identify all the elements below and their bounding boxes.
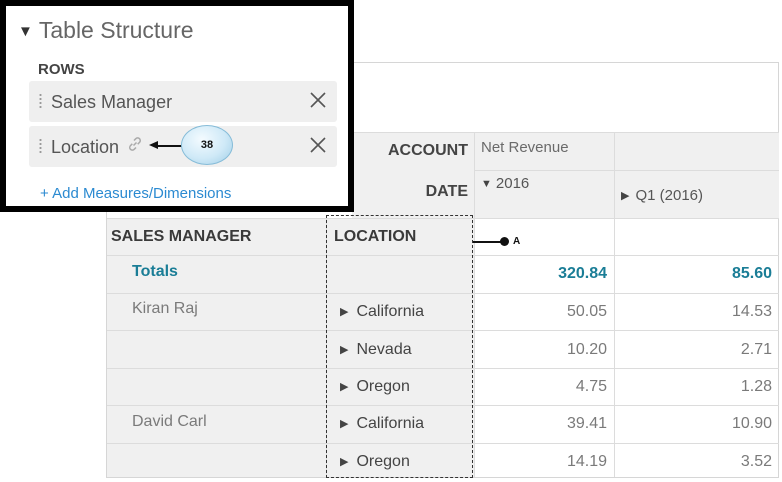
totals-2016: 320.84 [558,265,607,282]
chip-label: Sales Manager [51,92,173,112]
value-q1: 3.52 [740,453,772,470]
panel-title-text: Table Structure [38,17,194,43]
callout-38-arrow [156,145,182,147]
value-2016: 4.75 [575,378,607,395]
value-q1: 2.71 [740,341,772,358]
drag-handle-icon[interactable] [39,93,42,110]
collapsed-triangle-icon[interactable]: ▶ [621,190,629,202]
add-measures-dimensions-link[interactable]: + Add Measures/Dimensions [40,185,231,202]
expanded-triangle-icon[interactable]: ▼ [481,178,492,190]
callout-a-line [473,241,503,243]
date-label: DATE [425,183,468,200]
value-2016: 39.41 [566,415,607,432]
arrow-head-icon [149,141,158,149]
totals-label: Totals [132,263,178,280]
col-2016-label: 2016 [495,175,530,192]
table-structure-panel: ▼ Table Structure ROWS Sales Manager Loca… [0,0,354,212]
chip-label: Location [51,136,143,159]
col-header-q1[interactable]: ▶ Q1 (2016) [621,186,703,207]
collapse-caret-icon[interactable]: ▼ [18,23,33,40]
drag-handle-icon[interactable] [39,138,42,155]
header-band-date [352,170,779,218]
value-q1: 10.90 [731,415,772,432]
chip-sales-manager[interactable]: Sales Manager [29,81,337,122]
manager-cell: Kiran Raj [132,300,198,317]
measure-header: Net Revenue [481,139,569,156]
value-q1: 14.53 [731,303,772,320]
value-q1: 1.28 [740,378,772,395]
sales-manager-header[interactable]: SALES MANAGER [111,227,251,247]
callout-a-dot [500,237,509,246]
rows-label: ROWS [38,61,85,78]
col-header-2016[interactable]: ▼ 2016 [481,174,529,195]
value-2016: 14.19 [566,453,607,470]
value-2016: 50.05 [566,303,607,320]
callout-38-bubble: 38 [181,125,233,165]
location-column-highlight [326,215,473,478]
link-icon[interactable] [127,135,143,157]
totals-q1: 85.60 [731,265,772,282]
manager-cell: David Carl [132,413,207,430]
account-label: ACCOUNT [388,142,468,159]
panel-title[interactable]: ▼ Table Structure [18,16,194,48]
close-icon[interactable] [309,134,327,156]
callout-a-label: A [513,236,521,247]
col-q1-label: Q1 (2016) [635,187,704,204]
value-2016: 10.20 [566,341,607,358]
close-icon[interactable] [309,89,327,111]
